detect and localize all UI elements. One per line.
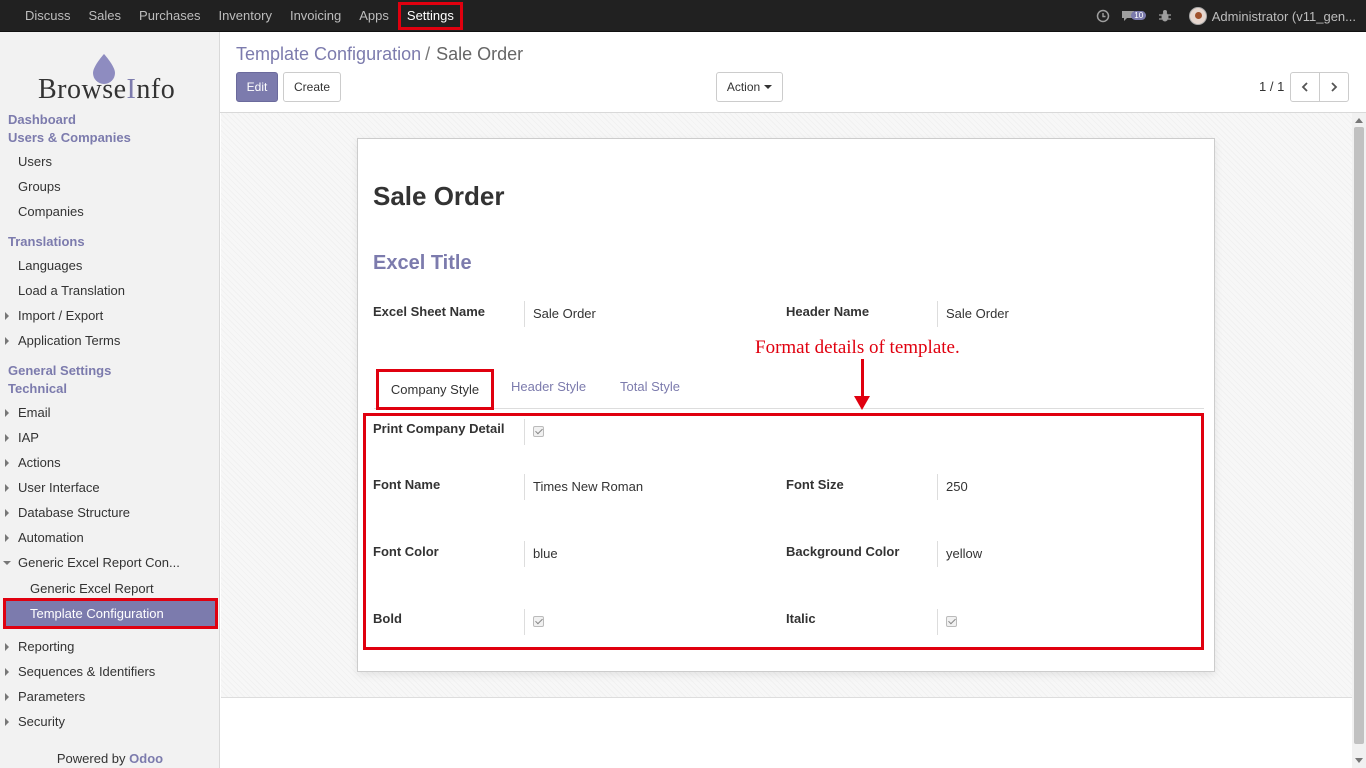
excel-sheet-name-label: Excel Sheet Name: [373, 304, 486, 319]
create-button[interactable]: Create: [283, 72, 341, 102]
section-title: Excel Title: [373, 252, 472, 274]
tab-header-style[interactable]: Header Style: [511, 379, 586, 394]
header-name-label: Header Name: [786, 304, 870, 319]
chevron-left-icon: [1301, 82, 1308, 92]
activity-clock-icon[interactable]: [1089, 0, 1117, 32]
excel-sheet-name-field[interactable]: Sale Order: [524, 301, 596, 327]
record-title: Sale Order: [373, 181, 505, 211]
action-dropdown-button[interactable]: Action: [716, 72, 783, 102]
menu-settings[interactable]: Settings: [397, 2, 463, 30]
tab-total-style[interactable]: Total Style: [620, 379, 680, 394]
menu-sales[interactable]: Sales: [80, 0, 131, 32]
breadcrumb: Template Configuration / Sale Order: [236, 44, 524, 64]
collapse-caret-icon: [3, 561, 11, 565]
top-navbar: Discuss Sales Purchases Inventory Invoic…: [0, 0, 1366, 32]
menu-purchases[interactable]: Purchases: [130, 0, 209, 32]
expand-caret-icon: [5, 534, 9, 542]
sidebar-item-template-configuration[interactable]: Template Configuration: [3, 598, 218, 629]
company-logo: BrowseInfo: [38, 52, 188, 112]
sidebar-item-translations[interactable]: Translations: [0, 234, 85, 249]
expand-caret-icon: [5, 459, 9, 467]
sidebar-item-generic-excel-report[interactable]: Generic Excel Report: [30, 581, 154, 596]
odoo-link[interactable]: Odoo: [129, 751, 163, 766]
breadcrumb-parent[interactable]: Template Configuration: [236, 44, 421, 64]
scroll-down-icon[interactable]: [1355, 758, 1363, 763]
sidebar: BrowseInfo Dashboard Users & Companies U…: [0, 32, 220, 768]
caret-down-icon: [764, 85, 773, 89]
sidebar-item-automation[interactable]: Automation: [18, 530, 84, 545]
menu-inventory[interactable]: Inventory: [209, 0, 280, 32]
expand-caret-icon: [5, 718, 9, 726]
edit-button[interactable]: Edit: [236, 72, 278, 102]
sidebar-item-groups[interactable]: Groups: [18, 179, 61, 194]
scroll-up-icon[interactable]: [1355, 118, 1363, 123]
sidebar-item-parameters[interactable]: Parameters: [18, 689, 85, 704]
content-footer-area: [221, 697, 1352, 768]
expand-caret-icon: [5, 337, 9, 345]
annotation-arrow: [861, 359, 864, 399]
messages-icon[interactable]: 10: [1117, 0, 1151, 32]
sidebar-item-reporting[interactable]: Reporting: [18, 639, 74, 654]
sidebar-item-users[interactable]: Users: [18, 154, 52, 169]
notebook-tabs: Company Style Header Style Total Style: [374, 367, 1204, 410]
sidebar-item-load-translation[interactable]: Load a Translation: [18, 283, 125, 298]
logo-text: BrowseInfo: [38, 74, 176, 105]
pager-previous-button[interactable]: [1290, 72, 1320, 102]
powered-by: Powered by Odoo: [56, 751, 164, 766]
sidebar-item-iap[interactable]: IAP: [18, 430, 39, 445]
sidebar-item-actions[interactable]: Actions: [18, 455, 61, 470]
sidebar-item-import-export[interactable]: Import / Export: [18, 308, 103, 323]
menu-discuss[interactable]: Discuss: [16, 0, 80, 32]
user-avatar[interactable]: [1188, 7, 1207, 25]
menu-invoicing[interactable]: Invoicing: [281, 0, 350, 32]
sidebar-item-companies[interactable]: Companies: [18, 204, 84, 219]
breadcrumb-current: Sale Order: [436, 44, 524, 64]
expand-caret-icon: [5, 409, 9, 417]
pager-value[interactable]: 1 / 1: [1259, 79, 1284, 94]
sidebar-item-generic-excel-config[interactable]: Generic Excel Report Con...: [18, 555, 180, 570]
highlight-box: [363, 413, 1204, 650]
sidebar-item-user-interface[interactable]: User Interface: [18, 480, 100, 495]
expand-caret-icon: [5, 484, 9, 492]
sidebar-item-general-settings[interactable]: General Settings: [0, 363, 111, 378]
tab-company-style[interactable]: Company Style: [376, 369, 494, 410]
app-menu: Discuss Sales Purchases Inventory Invoic…: [16, 0, 463, 32]
messages-count-badge: 10: [1131, 10, 1147, 20]
scrollbar-thumb[interactable]: [1354, 127, 1364, 744]
sidebar-item-technical[interactable]: Technical: [0, 381, 67, 396]
systray: 10 Administrator (v11_gen...: [1089, 0, 1356, 32]
user-menu[interactable]: Administrator (v11_gen...: [1212, 9, 1356, 24]
chevron-right-icon: [1331, 82, 1338, 92]
sidebar-item-email[interactable]: Email: [18, 405, 51, 420]
expand-caret-icon: [5, 312, 9, 320]
vertical-scrollbar[interactable]: [1352, 113, 1366, 768]
sidebar-item-sequences[interactable]: Sequences & Identifiers: [18, 664, 155, 679]
header-name-field[interactable]: Sale Order: [937, 301, 1009, 327]
sidebar-item-database-structure[interactable]: Database Structure: [18, 505, 130, 520]
sidebar-item-languages[interactable]: Languages: [18, 258, 82, 273]
debug-bug-icon[interactable]: [1151, 0, 1179, 32]
sidebar-item-security[interactable]: Security: [18, 714, 65, 729]
sidebar-item-users-companies[interactable]: Users & Companies: [0, 130, 131, 145]
sidebar-item-application-terms[interactable]: Application Terms: [18, 333, 120, 348]
sidebar-item-dashboard[interactable]: Dashboard: [0, 112, 76, 127]
expand-caret-icon: [5, 693, 9, 701]
expand-caret-icon: [5, 643, 9, 651]
expand-caret-icon: [5, 668, 9, 676]
annotation-text: Format details of template.: [755, 337, 960, 358]
annotation-arrow-head: [854, 396, 870, 410]
control-panel: Template Configuration / Sale Order Edit C…: [220, 32, 1366, 113]
pager-next-button[interactable]: [1319, 72, 1349, 102]
expand-caret-icon: [5, 434, 9, 442]
menu-apps[interactable]: Apps: [350, 0, 398, 32]
expand-caret-icon: [5, 509, 9, 517]
